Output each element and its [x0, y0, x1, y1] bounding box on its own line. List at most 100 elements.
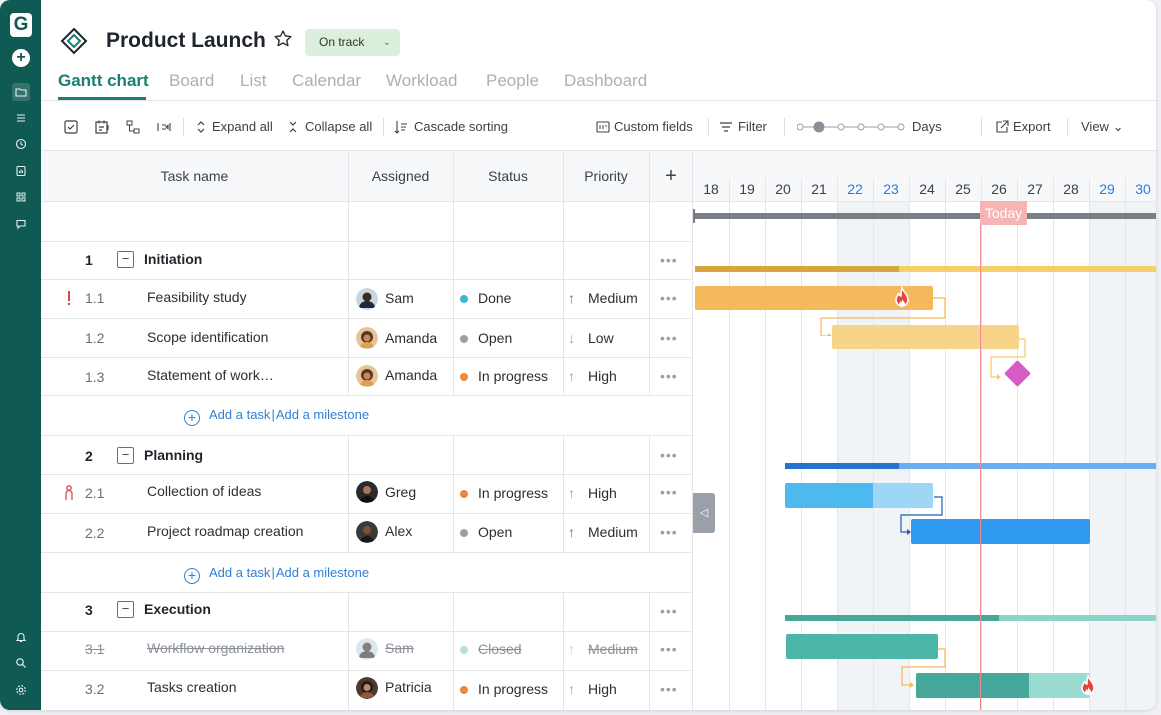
group-row[interactable]: 1 − Initiation ••• [41, 241, 693, 279]
task-name[interactable]: Project roadmap creation [147, 523, 303, 539]
gear-icon[interactable] [12, 681, 30, 699]
column-header-assigned[interactable]: Assigned [348, 151, 453, 201]
filter-button[interactable]: Filter [738, 119, 767, 135]
task-row[interactable]: 2.2 Project roadmap creation Alex Open ↑… [41, 513, 693, 552]
task-row[interactable]: 1.2 Scope identification Amanda Open ↓ L… [41, 318, 693, 357]
zoom-slider[interactable] [797, 119, 905, 135]
chat-icon[interactable] [12, 215, 30, 233]
row-menu-button[interactable]: ••• [660, 252, 678, 268]
hierarchy-icon[interactable] [125, 119, 141, 135]
column-header-priority[interactable]: Priority [563, 151, 649, 201]
task-name[interactable]: Statement of work… [147, 367, 274, 383]
tab-gantt-chart[interactable]: Gantt chart [58, 70, 149, 92]
export-button[interactable]: Export [1013, 119, 1051, 135]
bell-icon[interactable] [12, 628, 30, 646]
group-summary-bar[interactable] [899, 463, 1156, 469]
column-header-status[interactable]: Status [453, 151, 563, 201]
collapse-group-button[interactable]: − [117, 251, 134, 268]
assignee-name[interactable]: Greg [385, 484, 416, 500]
assignee-name[interactable]: Sam [385, 640, 414, 656]
priority-text[interactable]: Medium [588, 641, 638, 657]
tab-calendar[interactable]: Calendar [292, 70, 361, 92]
folder-icon[interactable] [12, 83, 30, 101]
status-text[interactable]: In progress [478, 681, 548, 697]
collapse-all-button[interactable]: Collapse all [305, 119, 372, 135]
priority-text[interactable]: Medium [588, 524, 638, 540]
task-name[interactable]: Workflow organization [147, 640, 284, 656]
add-task-link[interactable]: Add a task [209, 565, 270, 580]
list-icon[interactable] [12, 109, 30, 127]
plus-circle-icon[interactable]: + [184, 568, 200, 584]
column-header-task[interactable]: Task name [41, 151, 348, 201]
add-new-button[interactable]: + [12, 49, 30, 67]
calendar-task-icon[interactable] [94, 119, 110, 135]
assignee-name[interactable]: Alex [385, 523, 412, 539]
search-icon[interactable] [12, 654, 30, 672]
assignee-name[interactable]: Amanda [385, 330, 437, 346]
task-bar[interactable] [911, 519, 1090, 544]
row-menu-button[interactable]: ••• [660, 603, 678, 619]
group-name[interactable]: Execution [144, 601, 211, 617]
tab-board[interactable]: Board [169, 70, 214, 92]
app-logo-icon[interactable]: G [10, 13, 32, 37]
add-milestone-link[interactable]: Add a milestone [276, 565, 369, 580]
status-text[interactable]: Open [478, 524, 512, 540]
assignee-name[interactable]: Amanda [385, 367, 437, 383]
row-menu-button[interactable]: ••• [660, 447, 678, 463]
task-row[interactable]: 1.1 Feasibility study Sam Done ↑ Medium … [41, 279, 693, 318]
group-summary-bar[interactable] [899, 266, 1156, 272]
priority-text[interactable]: High [588, 368, 617, 384]
row-menu-button[interactable]: ••• [660, 368, 678, 384]
group-row[interactable]: 2 − Planning ••• [41, 435, 693, 474]
task-row[interactable]: 3.2 Tasks creation Patricia In progress … [41, 670, 693, 710]
task-row[interactable]: 2.1 Collection of ideas Greg In progress… [41, 474, 693, 513]
task-name[interactable]: Tasks creation [147, 679, 236, 695]
group-row[interactable]: 3 − Execution ••• [41, 592, 693, 631]
task-name[interactable]: Feasibility study [147, 289, 247, 305]
tab-dashboard[interactable]: Dashboard [564, 70, 647, 92]
report-icon[interactable] [12, 162, 30, 180]
group-summary-bar[interactable] [999, 615, 1156, 621]
add-task-link[interactable]: Add a task [209, 407, 270, 422]
cascade-sorting-button[interactable]: Cascade sorting [414, 119, 508, 135]
plus-circle-icon[interactable]: + [184, 410, 200, 426]
group-name[interactable]: Initiation [144, 251, 202, 267]
priority-text[interactable]: High [588, 681, 617, 697]
status-text[interactable]: In progress [478, 485, 548, 501]
row-menu-button[interactable]: ••• [660, 681, 678, 697]
row-menu-button[interactable]: ••• [660, 330, 678, 346]
clock-icon[interactable] [12, 135, 30, 153]
status-text[interactable]: In progress [478, 368, 548, 384]
checkbox-icon[interactable] [63, 119, 79, 135]
tab-people[interactable]: People [486, 70, 539, 92]
add-milestone-link[interactable]: Add a milestone [276, 407, 369, 422]
grid-apps-icon[interactable] [12, 188, 30, 206]
collapse-grid-button[interactable]: ◁ [693, 493, 715, 533]
project-summary-bar[interactable] [693, 213, 1156, 219]
task-row[interactable]: 1.3 Statement of work… Amanda In progres… [41, 357, 693, 395]
status-text[interactable]: Done [478, 290, 511, 306]
row-menu-button[interactable]: ••• [660, 524, 678, 540]
status-text[interactable]: Closed [478, 641, 522, 657]
tab-list[interactable]: List [240, 70, 266, 92]
collapse-group-button[interactable]: − [117, 447, 134, 464]
expand-all-button[interactable]: Expand all [212, 119, 273, 135]
custom-fields-button[interactable]: Custom fields [614, 119, 693, 135]
task-name[interactable]: Collection of ideas [147, 483, 261, 499]
task-row[interactable]: 3.1 Workflow organization Sam Closed ↑ M… [41, 631, 693, 670]
row-menu-button[interactable]: ••• [660, 484, 678, 500]
add-column-button[interactable]: + [649, 151, 693, 201]
indent-icon[interactable] [156, 119, 172, 135]
collapse-group-button[interactable]: − [117, 601, 134, 618]
priority-text[interactable]: Low [588, 330, 614, 346]
status-text[interactable]: Open [478, 330, 512, 346]
priority-text[interactable]: Medium [588, 290, 638, 306]
view-dropdown[interactable]: View ⌄ [1081, 119, 1123, 135]
priority-text[interactable]: High [588, 485, 617, 501]
tab-workload[interactable]: Workload [386, 70, 458, 92]
assignee-name[interactable]: Patricia [385, 679, 432, 695]
row-menu-button[interactable]: ••• [660, 290, 678, 306]
star-icon[interactable] [273, 29, 293, 49]
row-menu-button[interactable]: ••• [660, 641, 678, 657]
task-name[interactable]: Scope identification [147, 329, 268, 345]
